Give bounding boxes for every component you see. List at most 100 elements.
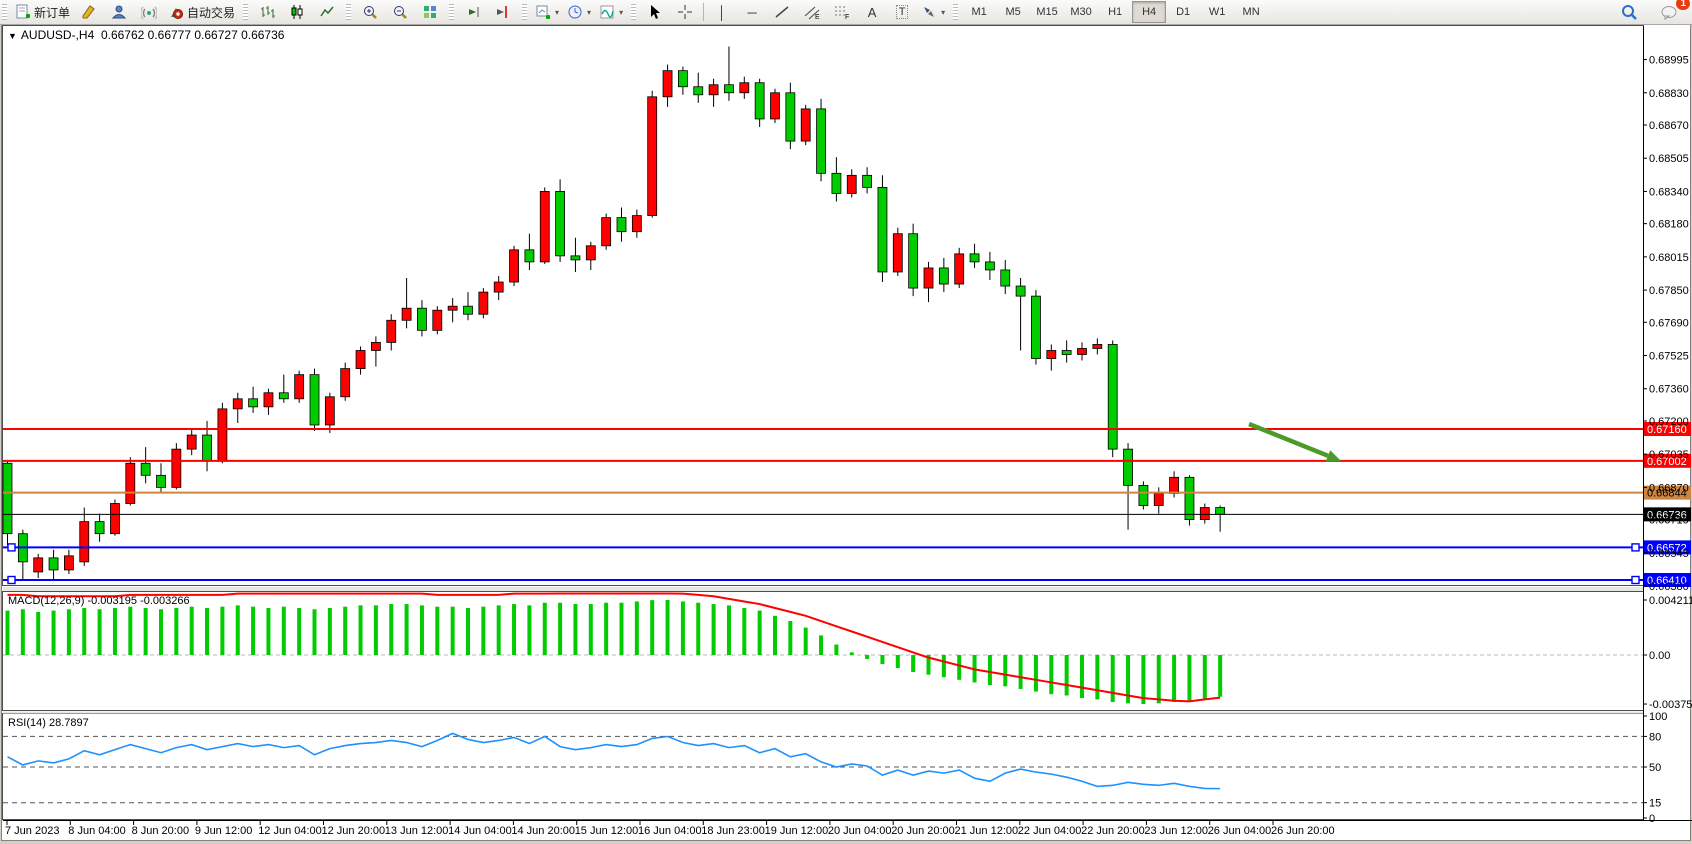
chart-canvas[interactable]: 0.671600.670020.668440.667360.665720.664… [0,0,1692,844]
dropdown-caret: ▾ [941,8,945,17]
equidistant-channel-button[interactable]: E [797,1,827,23]
notifications-button[interactable]: 1 [1654,1,1684,23]
text-label-button[interactable]: T [887,1,917,23]
svg-text:50: 50 [1649,762,1661,774]
svg-text:0.67525: 0.67525 [1649,351,1689,363]
candlestick-button[interactable] [282,1,312,23]
macd-indicator-label: MACD(12,26,9) -0.003195 -0.003266 [8,595,190,607]
new-order-label: 新订单 [34,4,70,21]
dropdown-caret: ▾ [587,8,591,17]
chart-symbol-header[interactable]: ▼AUDUSD-,H4 0.66762 0.66777 0.66727 0.66… [8,28,284,42]
timeframe-button-h1[interactable]: H1 [1098,1,1132,23]
svg-text:0.67200: 0.67200 [1649,416,1689,428]
svg-text:0.68670: 0.68670 [1649,120,1689,132]
svg-text:8 Jun 20:00: 8 Jun 20:00 [132,825,190,837]
zoom-in-button[interactable] [355,1,385,23]
line-handle [8,544,15,551]
svg-text:26 Jun 20:00: 26 Jun 20:00 [1271,825,1335,837]
svg-text:15: 15 [1649,798,1661,810]
svg-text:13 Jun 12:00: 13 Jun 12:00 [385,825,449,837]
search-button[interactable] [1614,1,1644,23]
autotrading-button[interactable]: 自动交易 [164,1,239,23]
toolbar-grip[interactable] [522,4,527,20]
toolbar-grip[interactable] [346,4,351,20]
svg-text:12 Jun 20:00: 12 Jun 20:00 [322,825,386,837]
chart-type-group [250,0,344,24]
svg-text:0.68180: 0.68180 [1649,219,1689,231]
collapse-ohlc-icon[interactable]: ▼ [8,31,17,41]
svg-text:0.68015: 0.68015 [1649,252,1689,264]
text-button[interactable]: A [857,1,887,23]
timeframe-button-w1[interactable]: W1 [1200,1,1234,23]
timeframe-button-m15[interactable]: M15 [1030,1,1064,23]
vertical-line-button[interactable]: │ [707,1,737,23]
timeframe-button-m30[interactable]: M30 [1064,1,1098,23]
svg-text:0.67850: 0.67850 [1649,285,1689,297]
periods-button[interactable]: ▾ [563,1,595,23]
svg-text:0.68505: 0.68505 [1649,153,1689,165]
toolbar-grip[interactable] [243,4,248,20]
scroll-group [456,0,520,24]
chart-title: AUDUSD-,H4 [21,28,94,42]
line-chart-icon [319,4,335,20]
cursor-button[interactable] [640,1,670,23]
toolbar-grip[interactable] [2,4,7,20]
bar-chart-icon [259,4,275,20]
svg-text:0.68340: 0.68340 [1649,186,1689,198]
line-handle [1632,577,1639,584]
zoom-out-button[interactable] [385,1,415,23]
tile-windows-button[interactable] [415,1,445,23]
bar-chart-button[interactable] [252,1,282,23]
trendline-button[interactable] [767,1,797,23]
toolbar-grip[interactable] [631,4,636,20]
zoom-in-icon [362,4,378,20]
svg-text:14 Jun 20:00: 14 Jun 20:00 [511,825,575,837]
community-button[interactable] [104,1,134,23]
timeframe-button-h4[interactable]: H4 [1132,1,1166,23]
line-handle [1632,544,1639,551]
text-icon: A [868,5,877,20]
search-icon [1621,4,1638,21]
toolbar-grip[interactable] [449,4,454,20]
svg-text:21 Jun 12:00: 21 Jun 12:00 [955,825,1019,837]
news-icon [141,4,157,20]
toolbar-grip[interactable] [953,4,958,20]
svg-text:100: 100 [1649,711,1667,723]
arrows-icon [921,4,937,20]
timeframe-button-mn[interactable]: MN [1234,1,1268,23]
timeframe-group: M1M5M15M30H1H4D1W1MN [960,0,1270,24]
chart-tools-group: ▾ ▾ ▾ [529,0,629,24]
autotrading-icon [168,4,184,20]
timeframe-button-m1[interactable]: M1 [962,1,996,23]
svg-text:0.66380: 0.66380 [1649,581,1689,593]
candlestick-icon [289,4,305,20]
indicators-icon [599,4,615,20]
horizontal-line-button[interactable]: ─ [737,1,767,23]
fibonacci-button[interactable]: F [827,1,857,23]
auto-scroll-icon [465,4,481,20]
svg-text:15 Jun 12:00: 15 Jun 12:00 [575,825,639,837]
crosshair-button[interactable] [670,1,700,23]
new-chart-button[interactable]: ▾ [531,1,563,23]
auto-scroll-button[interactable] [458,1,488,23]
new-chart-icon [535,4,551,20]
notification-badge: 1 [1676,0,1690,10]
new-order-icon [15,4,31,20]
dropdown-caret: ▾ [555,8,559,17]
svg-text:0.004211: 0.004211 [1649,595,1692,607]
fibonacci-icon: F [834,4,851,20]
metaeditor-button[interactable] [74,1,104,23]
timeframe-button-d1[interactable]: D1 [1166,1,1200,23]
svg-text:0.67360: 0.67360 [1649,384,1689,396]
chart-shift-button[interactable] [488,1,518,23]
dropdown-caret: ▾ [619,8,623,17]
indicators-button[interactable]: ▾ [595,1,627,23]
line-chart-button[interactable] [312,1,342,23]
news-button[interactable] [134,1,164,23]
timeframe-button-m5[interactable]: M5 [996,1,1030,23]
arrows-button[interactable]: ▾ [917,1,949,23]
new-order-button[interactable]: 新订单 [11,1,74,23]
svg-text:23 Jun 12:00: 23 Jun 12:00 [1144,825,1208,837]
chat-bubble-icon [1660,4,1678,20]
svg-text:0.66545: 0.66545 [1649,548,1689,560]
